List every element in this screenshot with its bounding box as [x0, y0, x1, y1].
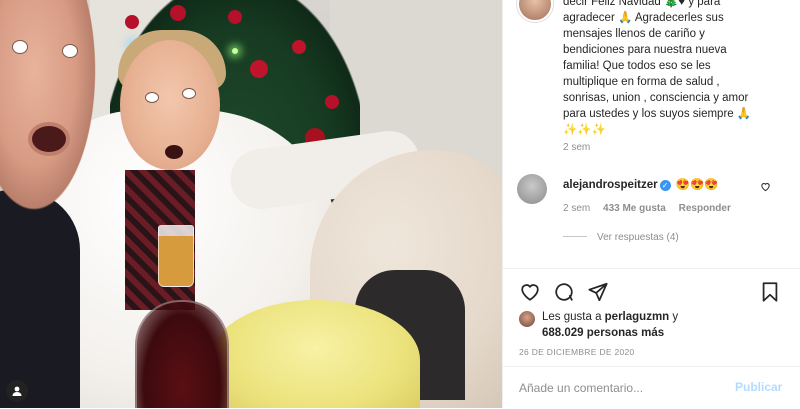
caption-line: sonrisas, union , consciencia y amor — [563, 92, 749, 104]
woman-eye — [145, 92, 159, 103]
caption-timestamp[interactable]: 2 sem — [563, 142, 590, 153]
comment-time[interactable]: 2 sem — [563, 203, 590, 214]
verified-icon: ✓ — [659, 180, 671, 191]
caption-line: mensajes llenos de cariño y — [563, 28, 705, 40]
heart-icon[interactable] — [519, 281, 541, 303]
share-icon[interactable] — [587, 281, 609, 303]
man-eye — [62, 44, 78, 58]
caption-line: para ustedes y los suyos siempre 🙏 — [563, 108, 752, 120]
man-mouth — [28, 122, 70, 156]
liker-username[interactable]: perlaguzmn — [605, 311, 670, 323]
comment-likes[interactable]: 433 Me gusta — [603, 203, 666, 214]
comment-text: 😍😍😍 — [675, 179, 719, 191]
likes-count: 688.029 — [542, 327, 584, 339]
comments-scroll-area[interactable]: decir Feliz Navidad 🎄♥ y para agradecer … — [503, 0, 800, 268]
ornament — [325, 95, 339, 109]
post-photo[interactable] — [0, 0, 502, 408]
caption-line: ✨✨✨ — [563, 124, 606, 136]
post-caption: decir Feliz Navidad 🎄♥ y para agradecer … — [563, 0, 781, 138]
ornament — [250, 60, 268, 78]
wine-glass — [135, 300, 229, 408]
caption-line: multiplique en forma de salud , — [563, 76, 720, 88]
caption-line: decir Feliz Navidad 🎄♥ y para — [563, 0, 721, 8]
post-sidebar: decir Feliz Navidad 🎄♥ y para agradecer … — [502, 0, 800, 408]
post-actions-bar — [503, 268, 800, 317]
post-date: 26 DE DICIEMBRE DE 2020 — [519, 347, 635, 357]
caption-line: familia! Que todos eso se les — [563, 60, 711, 72]
ornament — [170, 5, 186, 21]
likes-count-suffix: personas más — [583, 327, 665, 339]
view-replies-button[interactable]: Ver respuestas (4) — [563, 232, 679, 243]
comment-meta: 2 sem 433 Me gusta Responder — [563, 203, 741, 214]
ornament — [125, 15, 139, 29]
ornament — [292, 40, 306, 54]
view-replies-label: Ver respuestas (4) — [597, 232, 679, 243]
man-shirt — [0, 190, 80, 408]
post-comment-button[interactable]: Publicar — [735, 380, 782, 394]
likes-suffix: y — [669, 311, 679, 323]
reply-button[interactable]: Responder — [679, 203, 731, 214]
woman-eye — [182, 88, 196, 99]
liker-avatar[interactable] — [519, 311, 535, 327]
comment-like-heart-icon[interactable] — [760, 181, 771, 195]
comment-input[interactable] — [519, 378, 719, 398]
caption-line: agradecer 🙏 Agradecerles sus — [563, 12, 724, 24]
beer-glass — [158, 225, 194, 287]
user-tag-icon[interactable] — [6, 380, 28, 402]
replies-divider — [563, 236, 587, 237]
ornament — [228, 10, 242, 24]
author-avatar[interactable] — [517, 0, 553, 22]
man-face — [0, 0, 100, 220]
caption-line: bendiciones para nuestra nueva — [563, 44, 727, 56]
comment-username[interactable]: alejandrospeitzer — [563, 179, 658, 191]
comment: alejandrospeitzer ✓ 😍😍😍 — [563, 177, 719, 193]
man-eye — [12, 40, 28, 54]
woman-mouth — [165, 145, 183, 159]
tree-light — [232, 48, 238, 54]
yellow-blanket — [210, 300, 420, 408]
likes-count-line[interactable]: 688.029 personas más — [542, 327, 664, 339]
likes-summary: Les gusta a perlaguzmn y — [542, 311, 678, 323]
bookmark-icon[interactable] — [759, 281, 781, 303]
likes-prefix: Les gusta a — [542, 311, 605, 323]
comment-icon[interactable] — [553, 281, 575, 303]
commenter-avatar[interactable] — [517, 174, 547, 204]
